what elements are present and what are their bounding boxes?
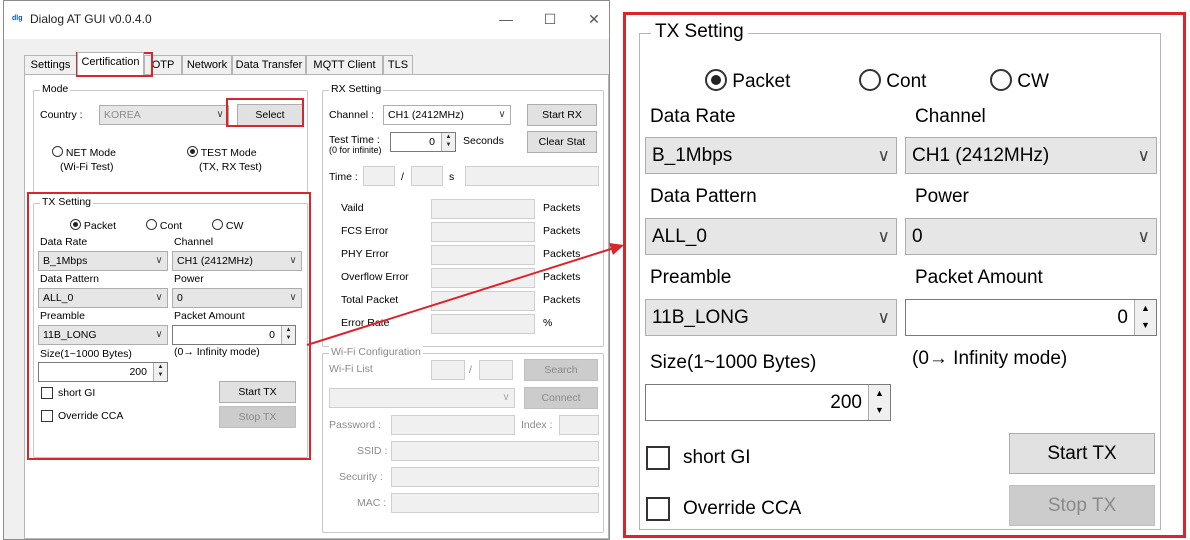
- zoom-data-rate-label: Data Rate: [650, 106, 736, 127]
- zoom-data-rate-value: B_1Mbps: [652, 145, 733, 166]
- zoom-stop-tx-button[interactable]: Stop TX: [1009, 485, 1155, 526]
- zoom-override-cca-label: Override CCA: [683, 498, 802, 519]
- chevron-down-icon: ∨: [1137, 227, 1150, 246]
- zoom-tx-group: TX Setting Packet Cont CW Data Rate Chan…: [639, 21, 1161, 530]
- spinner-icon[interactable]: ▲ ▼: [868, 385, 890, 420]
- zoom-power-label: Power: [915, 186, 969, 207]
- zoom-packet-radio[interactable]: Packet: [705, 69, 790, 93]
- zoom-size-input[interactable]: 200 ▲ ▼: [645, 384, 891, 421]
- zoom-preamble-label: Preamble: [650, 267, 732, 288]
- radio-icon: [990, 69, 1012, 91]
- zoom-panel: TX Setting Packet Cont CW Data Rate Chan…: [623, 12, 1186, 538]
- zoom-pattern-value: ALL_0: [652, 226, 707, 247]
- zoom-cont-radio[interactable]: Cont: [859, 69, 926, 93]
- zoom-preamble-value: 11B_LONG: [652, 307, 749, 328]
- spinner-icon[interactable]: ▲ ▼: [1134, 300, 1156, 335]
- zoom-amount-value: 0: [1117, 307, 1128, 328]
- zoom-cw-label: CW: [1017, 71, 1049, 92]
- tab-certification[interactable]: Certification: [77, 52, 144, 75]
- zoom-short-gi-label: short GI: [683, 447, 751, 468]
- zoom-channel-value: CH1 (2412MHz): [912, 145, 1050, 166]
- zoom-power-value: 0: [912, 226, 923, 247]
- zoom-override-cca-checkbox[interactable]: [646, 497, 670, 521]
- chevron-down-icon: ∨: [1137, 146, 1150, 165]
- zoom-cw-radio[interactable]: CW: [990, 69, 1049, 93]
- zoom-amount-input[interactable]: 0 ▲ ▼: [905, 299, 1157, 336]
- zoom-size-label: Size(1~1000 Bytes): [650, 352, 817, 373]
- zoom-channel-select[interactable]: CH1 (2412MHz) ∨: [905, 137, 1157, 174]
- zoom-data-rate-select[interactable]: B_1Mbps ∨: [645, 137, 897, 174]
- radio-selected-icon: [705, 69, 727, 91]
- zoom-cont-label: Cont: [886, 71, 927, 92]
- chevron-down-icon: ∨: [877, 308, 890, 327]
- zoom-pattern-label: Data Pattern: [650, 186, 757, 207]
- radio-icon: [859, 69, 881, 91]
- zoom-tx-group-title: TX Setting: [651, 21, 748, 43]
- zoom-channel-label: Channel: [915, 106, 986, 127]
- zoom-power-select[interactable]: 0 ∨: [905, 218, 1157, 255]
- zoom-amount-label: Packet Amount: [915, 267, 1043, 288]
- zoom-infinity-hint: (0→ Infinity mode): [912, 348, 1068, 369]
- zoom-size-value: 200: [830, 392, 862, 413]
- zoom-pattern-select[interactable]: ALL_0 ∨: [645, 218, 897, 255]
- chevron-down-icon: ∨: [877, 227, 890, 246]
- zoom-start-tx-button[interactable]: Start TX: [1009, 433, 1155, 474]
- chevron-down-icon: ∨: [877, 146, 890, 165]
- zoom-packet-label: Packet: [732, 71, 791, 92]
- zoom-short-gi-checkbox[interactable]: [646, 446, 670, 470]
- zoom-preamble-select[interactable]: 11B_LONG ∨: [645, 299, 897, 336]
